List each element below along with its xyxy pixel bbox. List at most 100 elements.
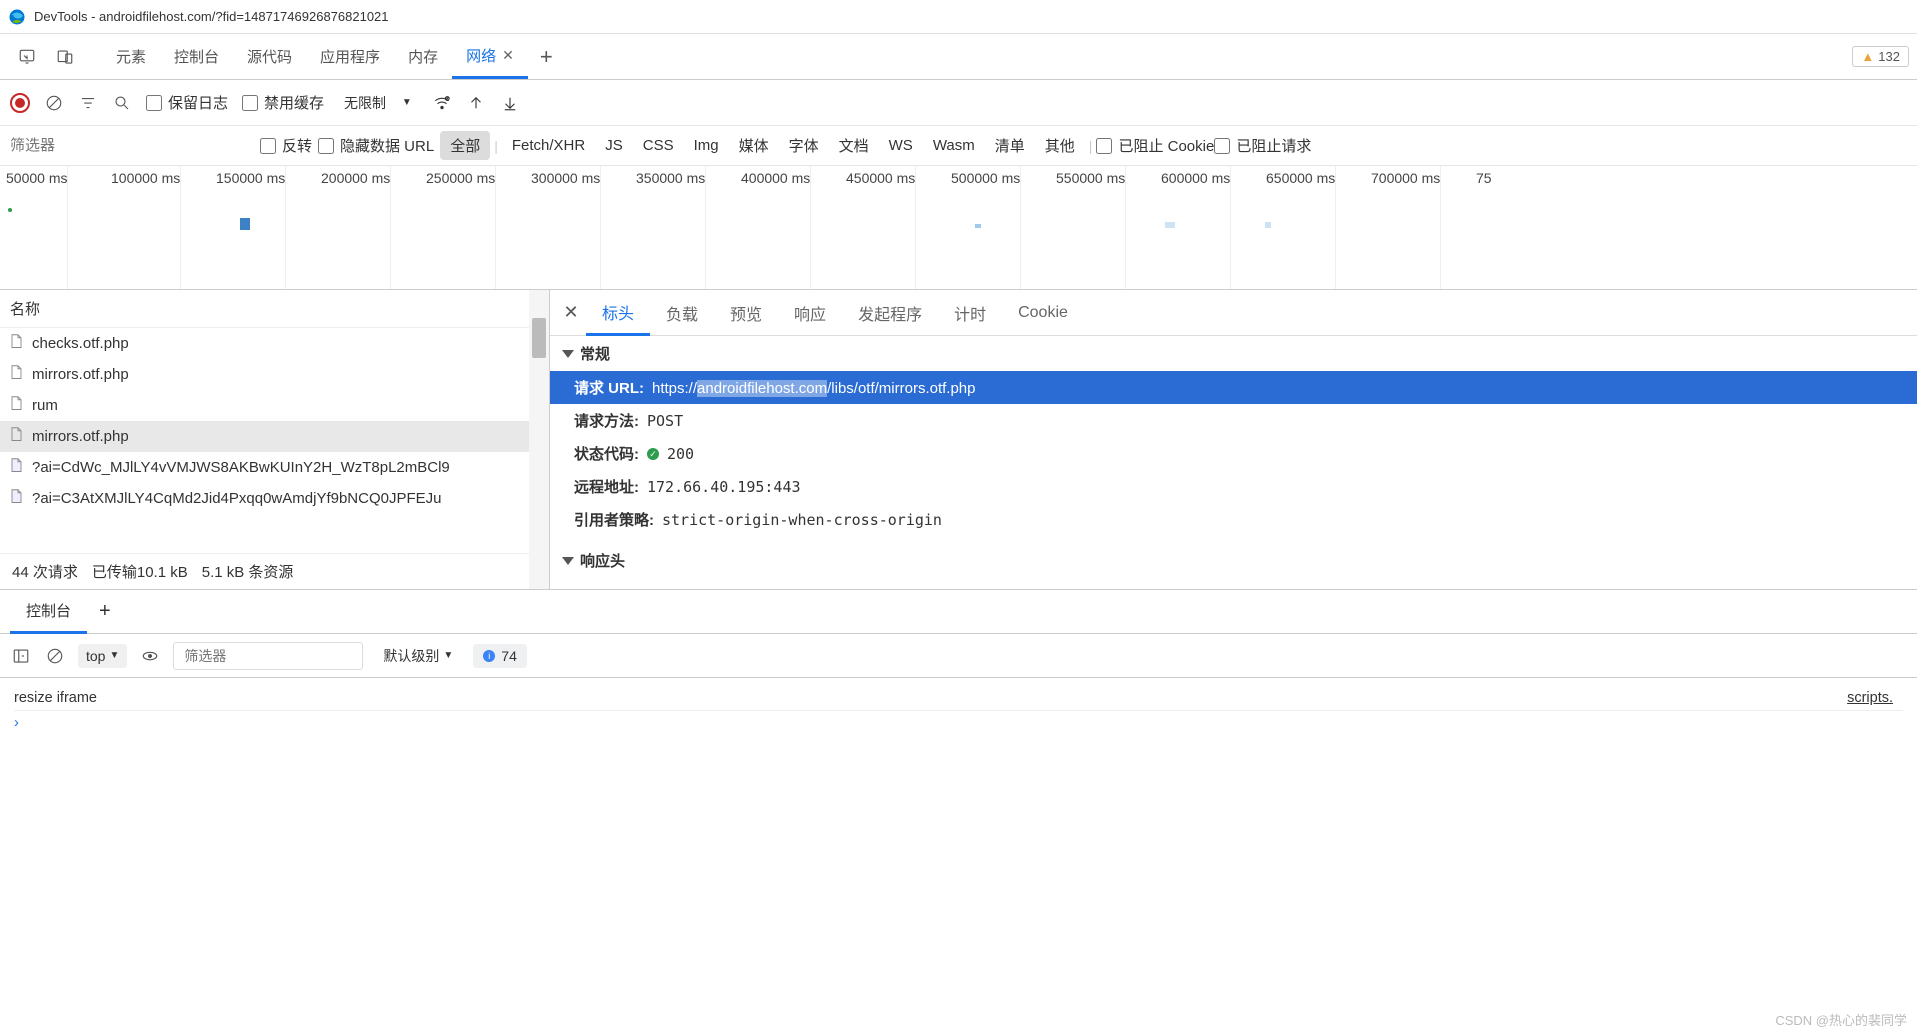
tab-memory[interactable]: 内存 xyxy=(394,36,452,77)
section-response-headers[interactable]: 响应头 xyxy=(550,536,1917,578)
timeline-tick: 50000 ms xyxy=(0,166,68,289)
throttle-select[interactable]: 无限制 ▼ xyxy=(338,89,418,117)
drawer-tab-console[interactable]: 控制台 xyxy=(10,590,87,634)
console-message-row[interactable]: resize iframe scripts. xyxy=(14,686,1903,711)
inspect-element-icon[interactable] xyxy=(16,46,38,68)
type-pill-other[interactable]: 其他 xyxy=(1035,131,1085,160)
clear-icon[interactable] xyxy=(44,93,64,113)
timeline-tick: 250000 ms xyxy=(420,166,496,289)
type-pill-img[interactable]: Img xyxy=(684,133,729,158)
filter-bar: 反转 隐藏数据 URL 全部 | Fetch/XHR JS CSS Img 媒体… xyxy=(0,126,1917,166)
file-icon xyxy=(10,396,24,415)
device-toggle-icon[interactable] xyxy=(54,46,76,68)
dtab-payload[interactable]: 负载 xyxy=(650,291,714,335)
triangle-down-icon xyxy=(562,557,574,565)
blocked-cookies-checkbox[interactable]: 已阻止 Cookie xyxy=(1096,135,1214,156)
type-pill-doc[interactable]: 文档 xyxy=(829,131,879,160)
tab-console[interactable]: 控制台 xyxy=(160,36,233,77)
timeline-overview[interactable]: 50000 ms 100000 ms 150000 ms 200000 ms 2… xyxy=(0,166,1917,290)
search-icon[interactable] xyxy=(112,93,132,113)
type-pill-js[interactable]: JS xyxy=(595,133,633,158)
live-expression-icon[interactable] xyxy=(139,645,161,667)
clear-console-icon[interactable] xyxy=(44,645,66,667)
console-sidebar-icon[interactable] xyxy=(10,645,32,667)
disable-cache-checkbox[interactable]: 禁用缓存 xyxy=(242,92,324,113)
type-pill-all[interactable]: 全部 xyxy=(440,131,490,160)
record-button[interactable] xyxy=(10,93,30,113)
type-pill-fetch[interactable]: Fetch/XHR xyxy=(502,133,595,158)
row-request-method[interactable]: 请求方法:POST xyxy=(550,404,1917,437)
tab-application[interactable]: 应用程序 xyxy=(306,36,394,77)
dtab-preview[interactable]: 预览 xyxy=(714,291,778,335)
timeline-tick: 300000 ms xyxy=(525,166,601,289)
dtab-timing[interactable]: 计时 xyxy=(938,291,1002,335)
download-icon[interactable] xyxy=(500,93,520,113)
timeline-tick: 450000 ms xyxy=(840,166,916,289)
close-tab-icon[interactable]: ✕ xyxy=(502,47,514,64)
timeline-tick: 500000 ms xyxy=(945,166,1021,289)
timeline-tick: 100000 ms xyxy=(105,166,181,289)
timeline-tick: 400000 ms xyxy=(735,166,811,289)
request-row[interactable]: checks.otf.php xyxy=(0,328,549,359)
row-remote-address[interactable]: 远程地址:172.66.40.195:443 xyxy=(550,470,1917,503)
tab-elements[interactable]: 元素 xyxy=(102,36,160,77)
filter-icon[interactable] xyxy=(78,93,98,113)
invert-checkbox[interactable]: 反转 xyxy=(260,135,312,156)
request-row[interactable]: mirrors.otf.php xyxy=(0,359,549,390)
warning-icon: ▲ xyxy=(1861,49,1874,64)
message-source-link[interactable]: scripts. xyxy=(1847,690,1903,706)
request-row[interactable]: mirrors.otf.php xyxy=(0,421,549,452)
tab-network[interactable]: 网络✕ xyxy=(452,35,528,79)
timeline-tick: 350000 ms xyxy=(630,166,706,289)
context-select[interactable]: top▼ xyxy=(78,644,127,668)
triangle-down-icon xyxy=(562,350,574,358)
dtab-initiator[interactable]: 发起程序 xyxy=(842,291,938,335)
warnings-badge[interactable]: ▲132 xyxy=(1852,46,1909,67)
vertical-scrollbar[interactable] xyxy=(529,290,549,589)
row-referrer-policy[interactable]: 引用者策略:strict-origin-when-cross-origin xyxy=(550,503,1917,536)
type-pill-media[interactable]: 媒体 xyxy=(729,131,779,160)
upload-icon[interactable] xyxy=(466,93,486,113)
list-header-name[interactable]: 名称 xyxy=(0,290,549,328)
console-toolbar: top▼ 默认级别▼ i74 xyxy=(0,634,1917,678)
request-row[interactable]: ?ai=CdWc_MJlLY4vVMJWS8AKBwKUInY2H_WzT8pL… xyxy=(0,452,549,483)
dtab-response[interactable]: 响应 xyxy=(778,291,842,335)
request-row[interactable]: ?ai=C3AtXMJlLY4CqMd2Jid4Pxqq0wAmdjYf9bNC… xyxy=(0,483,549,514)
tab-sources[interactable]: 源代码 xyxy=(233,36,306,77)
type-pill-font[interactable]: 字体 xyxy=(779,131,829,160)
type-pill-ws[interactable]: WS xyxy=(879,133,923,158)
close-detail-icon[interactable]: ✕ xyxy=(556,302,586,323)
dtab-cookies[interactable]: Cookie xyxy=(1002,294,1084,332)
console-filter-input[interactable] xyxy=(173,642,363,670)
request-row[interactable]: rum xyxy=(0,390,549,421)
drawer-add-tab-button[interactable]: + xyxy=(87,600,123,623)
add-tab-button[interactable]: + xyxy=(528,44,565,70)
row-request-url[interactable]: 请求 URL: https://androidfilehost.com/libs… xyxy=(550,371,1917,404)
type-pill-css[interactable]: CSS xyxy=(633,133,684,158)
timeline-marker xyxy=(1165,222,1175,228)
blocked-requests-checkbox[interactable]: 已阻止请求 xyxy=(1214,135,1311,156)
row-status-code[interactable]: 状态代码: ✓ 200 xyxy=(550,437,1917,470)
type-pill-wasm[interactable]: Wasm xyxy=(923,133,985,158)
request-list-pane: 名称 checks.otf.php mirrors.otf.php rum mi… xyxy=(0,290,550,589)
console-messages: resize iframe scripts. › xyxy=(0,678,1917,743)
file-icon xyxy=(10,458,24,477)
filter-input[interactable] xyxy=(0,133,260,158)
dtab-headers[interactable]: 标头 xyxy=(586,290,650,336)
log-level-select[interactable]: 默认级别▼ xyxy=(375,642,461,670)
timeline-tick: 700000 ms xyxy=(1365,166,1441,289)
preserve-log-checkbox[interactable]: 保留日志 xyxy=(146,92,228,113)
timeline-tick: 550000 ms xyxy=(1050,166,1126,289)
request-detail-pane: ✕ 标头 负载 预览 响应 发起程序 计时 Cookie 常规 请求 URL: … xyxy=(550,290,1917,589)
console-prompt[interactable]: › xyxy=(14,711,1903,735)
type-pill-manifest[interactable]: 清单 xyxy=(985,131,1035,160)
file-icon xyxy=(10,365,24,384)
drawer-tab-strip: 控制台 + xyxy=(0,590,1917,634)
section-general[interactable]: 常规 xyxy=(550,336,1917,371)
network-conditions-icon[interactable] xyxy=(432,93,452,113)
edge-browser-icon xyxy=(8,8,26,26)
hide-data-url-checkbox[interactable]: 隐藏数据 URL xyxy=(318,135,434,156)
timeline-tick: 75 xyxy=(1470,166,1492,289)
issues-badge[interactable]: i74 xyxy=(473,644,527,668)
window-title: DevTools - androidfilehost.com/?fid=1487… xyxy=(34,9,389,24)
